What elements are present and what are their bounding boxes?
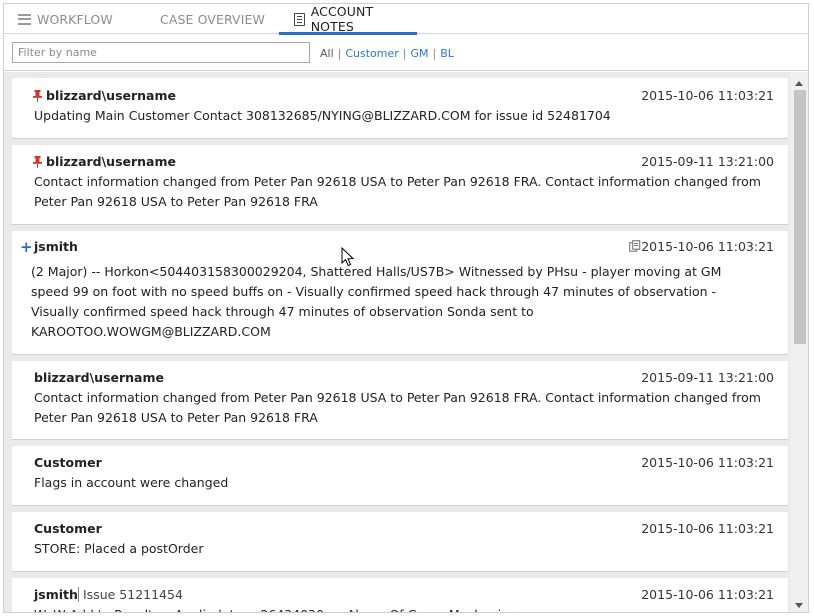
pin-icon: [33, 90, 42, 102]
filter-separator: |: [337, 47, 342, 60]
note-card: blizzard\username 2015-10-06 11:03:21 Up…: [12, 78, 788, 139]
pin-icon: [33, 156, 42, 168]
note-body: Flags in account were changed: [34, 473, 228, 493]
note-author: Customer: [34, 521, 102, 536]
note-body-line: Contact information changed from Peter P…: [34, 174, 761, 189]
note-card: blizzard\username 2015-09-11 13:21:00 Co…: [12, 361, 788, 440]
tab-bar: WORKFLOW CASE OVERVIEW ACCOUNT NOTES: [4, 4, 808, 35]
note-author: blizzard\username: [46, 88, 176, 103]
filter-separator: |: [402, 47, 407, 60]
note-author: jsmith: [34, 587, 78, 602]
note-card: + jsmith 2015-10-06 11:03:21 (2 Major) -…: [12, 231, 788, 355]
note-timestamp: 2015-09-11 13:21:00: [641, 370, 774, 385]
tab-account-notes-label: ACCOUNT NOTES: [310, 4, 374, 34]
list-icon: [18, 13, 31, 25]
note-card: Customer 2015-10-06 11:03:21 Flags in ac…: [12, 446, 788, 506]
note-timestamp: 2015-10-06 11:03:21: [641, 521, 774, 536]
note-body-line: speed 99 on foot with no speed buffs on …: [31, 284, 717, 299]
note-body: Contact information changed from Peter P…: [34, 172, 761, 212]
tab-case-overview-label: CASE OVERVIEW: [160, 11, 265, 27]
filter-by-name-input[interactable]: [12, 42, 310, 63]
notes-scroll-area: blizzard\username 2015-10-06 11:03:21 Up…: [4, 72, 808, 612]
note-card: blizzard\username 2015-09-11 13:21:00 Co…: [12, 145, 788, 225]
note-body: STORE: Placed a postOrder: [34, 539, 203, 559]
note-body-line: Peter Pan 92618 USA to Peter Pan 92618 F…: [34, 194, 318, 209]
arrow-down-icon: [795, 602, 803, 608]
note-card: jsmith Issue 51211454 2015-10-06 11:03:2…: [12, 578, 788, 612]
note-card: Customer 2015-10-06 11:03:21 STORE: Plac…: [12, 512, 788, 572]
expand-plus-icon[interactable]: +: [20, 240, 33, 255]
note-body-line: WoW Add to Penalty – Applied, to. <26434…: [34, 605, 525, 612]
note-author: Customer: [34, 455, 102, 470]
account-notes-panel: WORKFLOW CASE OVERVIEW ACCOUNT NOTES All…: [3, 3, 809, 613]
filter-customer-link[interactable]: Customer: [345, 47, 398, 60]
note-timestamp: 2015-10-06 11:03:21: [641, 587, 774, 602]
note-body-line: Flags in account were changed: [34, 475, 229, 490]
note-timestamp: 2015-10-06 11:03:21: [641, 88, 774, 103]
note-author: jsmith: [34, 239, 78, 254]
note-body-line: Peter Pan 92618 USA to Peter Pan 92618 F…: [34, 410, 318, 425]
filter-all-link[interactable]: All: [320, 47, 334, 60]
tab-account-notes[interactable]: ACCOUNT NOTES: [279, 4, 417, 35]
note-author: blizzard\username: [46, 154, 176, 169]
arrow-up-icon: [795, 80, 803, 86]
scroll-up-button[interactable]: [790, 76, 808, 90]
tab-workflow-label: WORKFLOW: [37, 11, 113, 27]
mouse-cursor-icon: [341, 247, 355, 267]
vertical-scrollbar[interactable]: [790, 72, 808, 612]
filter-separator: |: [432, 47, 437, 60]
note-body-line: KAROOTOO.WOWGM@BLIZZARD.COM: [31, 324, 271, 339]
tab-case-overview[interactable]: CASE OVERVIEW: [141, 4, 265, 34]
note-body-line: (2 Major) -- Horkon<504403158300029204, …: [31, 264, 722, 279]
note-body: Contact information changed from Peter P…: [34, 388, 761, 428]
note-body: (2 Major) -- Horkon<504403158300029204, …: [31, 262, 721, 342]
note-timestamp: 2015-10-06 11:03:21: [641, 239, 774, 254]
filter-links: All | Customer | GM | BL: [320, 47, 454, 60]
filter-gm-link[interactable]: GM: [411, 47, 429, 60]
issue-link[interactable]: Issue 51211454: [78, 587, 183, 602]
note-body-line: Visually confirmed speed hack through 47…: [31, 304, 534, 319]
scrollbar-thumb[interactable]: [794, 90, 806, 344]
filter-bl-link[interactable]: BL: [440, 47, 454, 60]
note-body-line: Contact information changed from Peter P…: [34, 390, 761, 405]
grid-icon: [141, 14, 154, 25]
scroll-down-button[interactable]: [790, 598, 808, 612]
document-icon: [294, 12, 305, 26]
copy-icon[interactable]: [629, 240, 641, 252]
note-timestamp: 2015-09-11 13:21:00: [641, 154, 774, 169]
note-body: WoW Add to Penalty – Applied, to. <26434…: [34, 605, 525, 612]
filter-bar: All | Customer | GM | BL: [4, 35, 808, 71]
note-body-line: Updating Main Customer Contact 308132685…: [34, 108, 611, 123]
notes-list: blizzard\username 2015-10-06 11:03:21 Up…: [12, 78, 788, 612]
note-body: Updating Main Customer Contact 308132685…: [34, 106, 611, 126]
note-timestamp: 2015-10-06 11:03:21: [641, 455, 774, 470]
note-body-line: STORE: Placed a postOrder: [34, 541, 204, 556]
tab-workflow[interactable]: WORKFLOW: [18, 4, 113, 34]
note-author: blizzard\username: [34, 370, 164, 385]
